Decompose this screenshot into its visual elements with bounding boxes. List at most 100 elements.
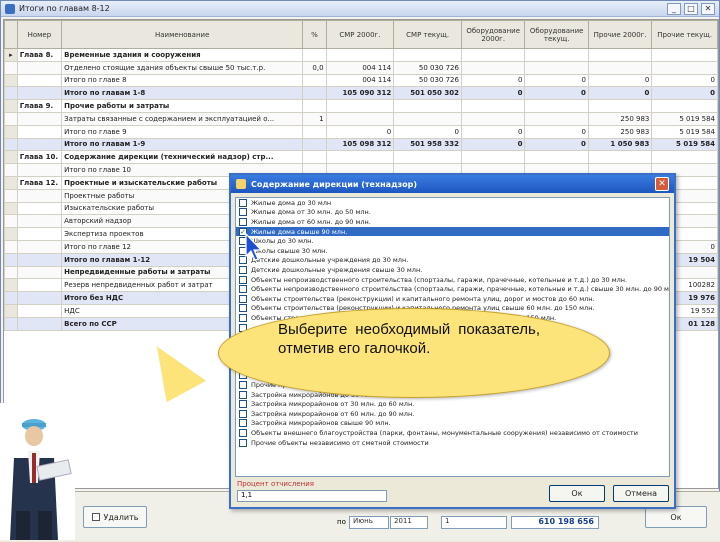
cell-num[interactable]: Глава 10.	[16, 150, 63, 165]
cell-v2[interactable]	[393, 99, 462, 113]
cell-v4[interactable]	[524, 48, 589, 62]
checkbox[interactable]	[239, 429, 247, 438]
cell-v5[interactable]: 0	[587, 73, 653, 88]
table-row[interactable]: Затраты связанные с содержанием и эксплу…	[4, 111, 718, 126]
cell-num[interactable]	[16, 60, 63, 75]
cell-v1[interactable]	[325, 99, 395, 113]
cell-v5[interactable]	[587, 48, 653, 62]
row-indicator[interactable]	[4, 124, 18, 139]
month-select[interactable]: Июнь	[349, 516, 389, 529]
minimize-icon[interactable]: _	[667, 2, 681, 15]
cell-v6[interactable]	[651, 48, 718, 62]
cell-v1[interactable]	[325, 48, 395, 62]
row-indicator[interactable]	[4, 214, 18, 229]
cell-v6[interactable]	[651, 99, 718, 113]
row-indicator[interactable]	[4, 239, 18, 254]
cell-v3[interactable]	[460, 150, 526, 165]
cell-v2[interactable]: 0	[393, 124, 462, 139]
row-indicator[interactable]	[4, 73, 18, 88]
row-indicator[interactable]	[4, 252, 18, 267]
cell-num[interactable]	[16, 111, 63, 126]
cell-v5[interactable]: 0	[587, 86, 653, 101]
cell-v2[interactable]	[393, 150, 462, 165]
cell-num[interactable]	[16, 291, 63, 305]
table-row[interactable]: ▸ Глава 8. Временные здания и сооружения	[4, 48, 718, 62]
cell-v3[interactable]	[460, 111, 526, 126]
list-item[interactable]: Застройка микрорайонов свыше 90 млн.	[236, 419, 669, 429]
cell-num[interactable]	[16, 86, 63, 101]
cell-v3[interactable]	[460, 48, 526, 62]
column-header[interactable]: %	[302, 20, 327, 49]
cell-v6[interactable]	[651, 60, 718, 75]
dialog-cancel-button[interactable]: Отмена	[613, 485, 669, 502]
cell-v5[interactable]: 250 983	[587, 111, 653, 126]
list-item[interactable]: Объекты строительства (реконструкции) и …	[236, 294, 669, 304]
list-item[interactable]: Жилые дома до 30 млн	[236, 198, 669, 208]
cell-pct[interactable]	[302, 124, 327, 139]
row-indicator[interactable]	[4, 163, 18, 177]
checkbox[interactable]	[239, 304, 247, 313]
cell-v2[interactable]: 501 050 302	[393, 86, 462, 101]
list-item[interactable]: ✓ Жилые дома свыше 90 млн.	[236, 226, 669, 237]
cell-pct[interactable]	[302, 48, 327, 62]
cell-v1[interactable]: 0	[325, 124, 395, 139]
row-indicator[interactable]	[4, 291, 18, 305]
dialog-ok-button[interactable]: Ок	[549, 485, 605, 502]
cell-v4[interactable]	[524, 60, 589, 75]
table-row[interactable]: Итого по главе 8 004 114 50 030 726 0 0 0 0	[4, 73, 718, 88]
row-indicator[interactable]	[4, 137, 18, 152]
checkbox[interactable]	[239, 294, 247, 303]
column-header[interactable]: Прочие 2000г.	[587, 20, 653, 49]
list-item[interactable]: Объекты внешнего благоустройства (парки,…	[236, 428, 669, 438]
checkbox[interactable]	[239, 285, 247, 294]
cell-v3[interactable]: 0	[460, 86, 526, 101]
cell-num[interactable]: Глава 8.	[16, 48, 63, 62]
row-indicator[interactable]	[4, 303, 18, 318]
table-row[interactable]: Итого по главам 1-9 105 098 312 501 958 33…	[4, 137, 718, 152]
cell-v3[interactable]: 0	[460, 73, 526, 88]
cell-pct[interactable]	[302, 73, 327, 88]
cell-v6[interactable]	[651, 150, 718, 165]
row-indicator[interactable]	[4, 278, 18, 293]
cell-v4[interactable]: 0	[524, 137, 589, 152]
cell-num[interactable]: Глава 12.	[16, 175, 63, 190]
checkbox[interactable]	[239, 198, 247, 207]
cell-v4[interactable]: 0	[524, 73, 589, 88]
cell-v1[interactable]: 004 114	[325, 60, 395, 75]
cell-v6[interactable]: 5 019 584	[651, 124, 718, 139]
cell-num[interactable]	[16, 201, 63, 216]
cell-name[interactable]: Затраты связанные с содержанием и эксплу…	[61, 111, 304, 126]
row-indicator[interactable]	[4, 227, 18, 241]
row-indicator[interactable]	[4, 111, 18, 126]
cell-v6[interactable]: 5 019 584	[651, 137, 718, 152]
cell-pct[interactable]	[302, 86, 327, 101]
checkbox[interactable]	[239, 381, 247, 390]
close-icon[interactable]: ✕	[701, 2, 715, 15]
cell-v4[interactable]: 0	[524, 124, 589, 139]
cell-v4[interactable]	[524, 150, 589, 165]
list-item[interactable]: Детские дошкольные учреждения до 30 млн.	[236, 256, 669, 266]
checkbox[interactable]	[239, 313, 247, 322]
cell-pct[interactable]	[302, 99, 327, 113]
cell-v1[interactable]	[325, 111, 395, 126]
cell-name[interactable]: Итого по главе 9	[61, 124, 304, 139]
cell-v2[interactable]: 501 958 332	[393, 137, 462, 152]
table-row[interactable]: Итого по главам 1-8 105 090 312 501 050 30…	[4, 86, 718, 101]
cell-v5[interactable]: 1 050 983	[587, 137, 653, 152]
row-indicator[interactable]	[4, 86, 18, 101]
table-row[interactable]: Отделено стоящие здания объекты свыше 50…	[4, 60, 718, 75]
delete-button[interactable]: Удалить	[83, 506, 147, 528]
cell-name[interactable]: Временные здания и сооружения	[61, 48, 304, 62]
column-header[interactable]: Прочие текущ.	[651, 20, 718, 49]
table-row[interactable]: Итого по главе 9 0 0 0 0 250 983 5 019 584	[4, 124, 718, 139]
cell-num[interactable]	[16, 278, 63, 293]
column-header[interactable]: Номер	[16, 20, 63, 49]
row-indicator[interactable]	[4, 175, 18, 190]
row-indicator[interactable]	[4, 265, 18, 280]
cell-num[interactable]	[16, 124, 63, 139]
list-item[interactable]: Жилые дома от 30 млн. до 50 млн.	[236, 208, 669, 218]
cell-v1[interactable]: 105 090 312	[325, 86, 395, 101]
row-indicator[interactable]: ▸	[4, 48, 18, 62]
row-indicator[interactable]	[4, 99, 18, 113]
checkbox[interactable]	[239, 438, 247, 447]
